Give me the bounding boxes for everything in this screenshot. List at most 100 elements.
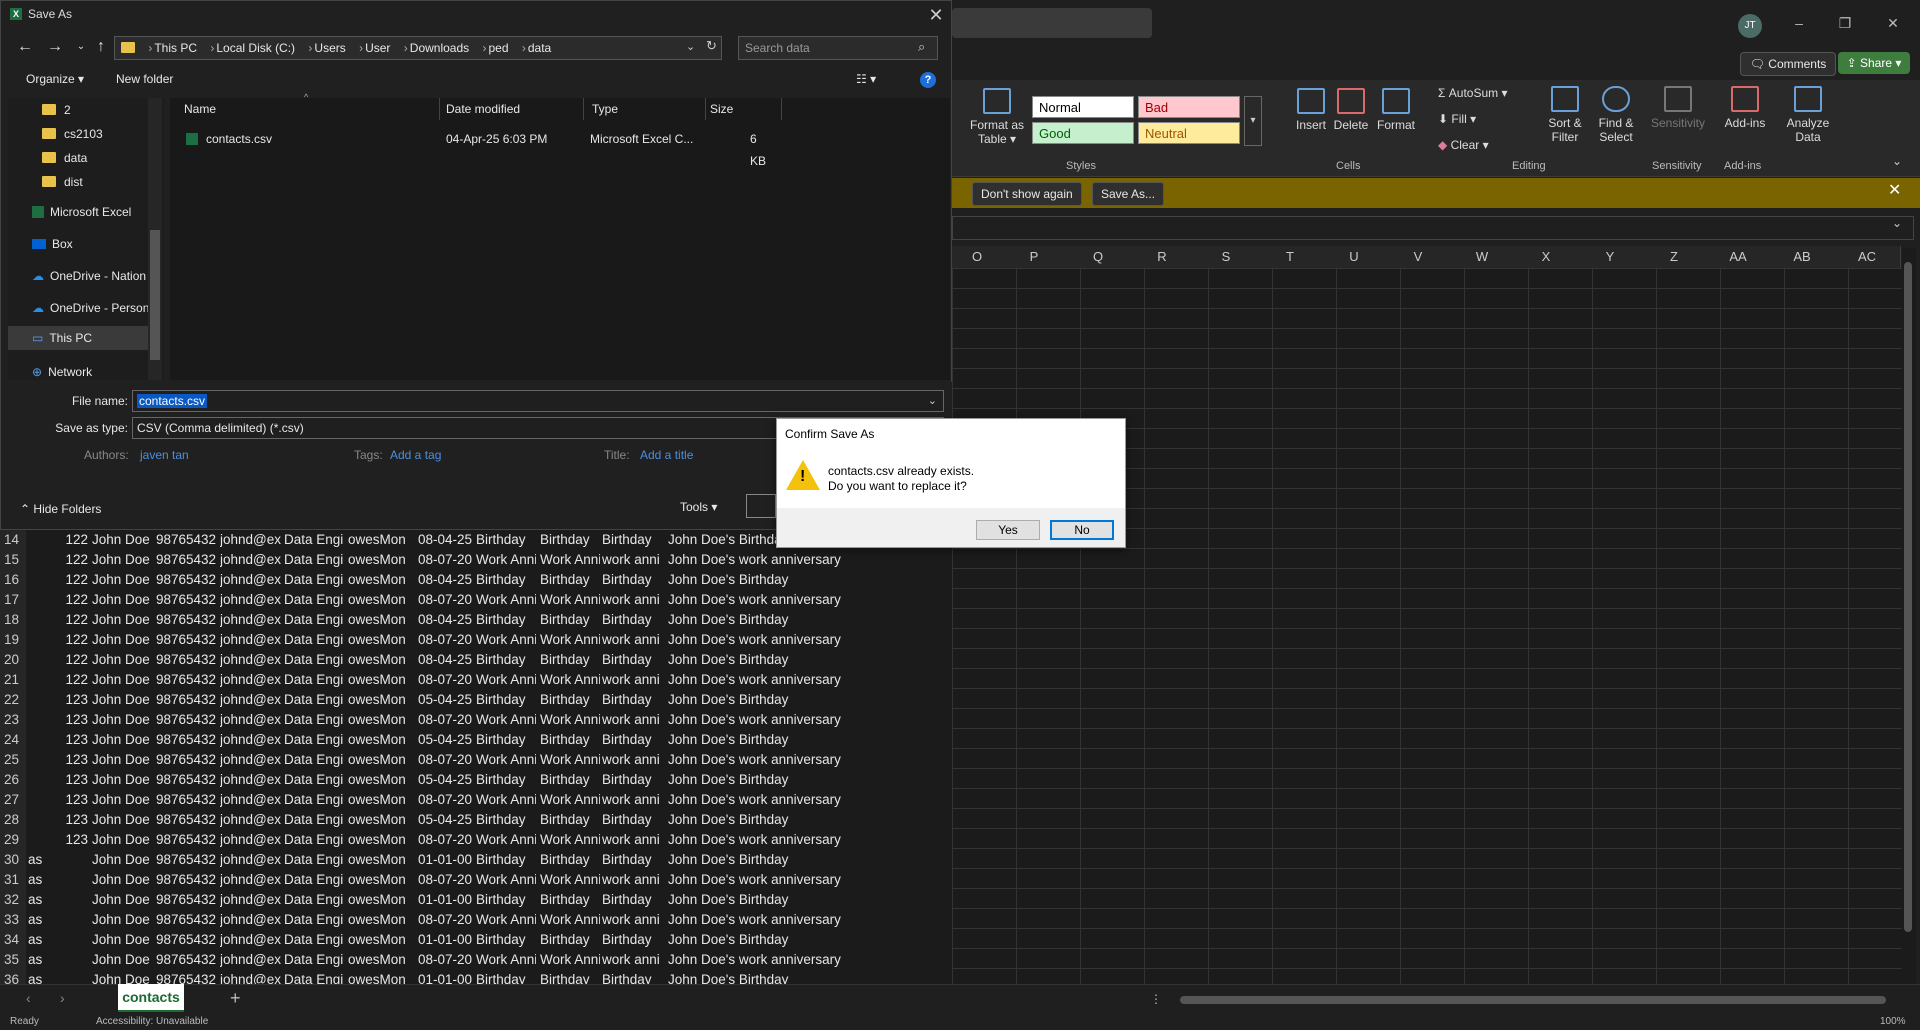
table-cell[interactable]: johnd@ex (220, 550, 284, 570)
table-row[interactable]: 26 123 John Doe 98765432 johnd@ex Data Engi ow… (0, 770, 860, 790)
breadcrumb-item[interactable]: User (365, 41, 390, 55)
table-cell[interactable]: owesMon (348, 650, 412, 670)
table-cell[interactable]: Birthday (540, 890, 600, 910)
table-cell[interactable]: 122 (26, 630, 88, 650)
row-number[interactable]: 34 (0, 930, 26, 950)
table-cell[interactable]: owesMon (348, 590, 412, 610)
table-cell[interactable]: John Doe (92, 890, 154, 910)
table-cell[interactable]: 98765432 (156, 530, 220, 550)
table-cell[interactable]: 98765432 (156, 650, 220, 670)
table-row[interactable]: 31 as John Doe 98765432 johnd@ex Data Engi owe… (0, 870, 860, 890)
file-row-contacts[interactable]: contacts.csv 04-Apr-25 6:03 PM Microsoft… (186, 128, 766, 168)
table-cell[interactable]: 05-04-25 (418, 730, 478, 750)
table-cell[interactable]: Birthday (540, 850, 600, 870)
table-cell[interactable]: 08-07-20 (418, 590, 478, 610)
table-cell[interactable]: owesMon (348, 890, 412, 910)
delete-button[interactable]: Delete (1326, 88, 1376, 132)
table-cell[interactable]: johnd@ex (220, 610, 284, 630)
table-cell[interactable]: 98765432 (156, 950, 220, 970)
table-cell[interactable]: work anni (602, 670, 664, 690)
table-cell[interactable]: 98765432 (156, 730, 220, 750)
table-cell[interactable]: Work Anni (476, 710, 536, 730)
row-number[interactable]: 33 (0, 910, 26, 930)
table-cell[interactable]: 123 (26, 690, 88, 710)
column-header[interactable]: Y (1578, 246, 1643, 268)
table-cell[interactable]: 98765432 (156, 610, 220, 630)
table-cell[interactable]: John Doe's work anniversary (668, 670, 868, 690)
column-date-modified[interactable]: Date modified (438, 98, 584, 120)
table-row[interactable]: 35 as John Doe 98765432 johnd@ex Data Engi owe… (0, 950, 860, 970)
table-row[interactable]: 14 122 John Doe 98765432 johnd@ex Data Engi ow… (0, 530, 860, 550)
tools-button[interactable]: Tools ▾ (680, 500, 717, 514)
table-cell[interactable]: Birthday (476, 850, 536, 870)
table-cell[interactable]: Work Anni (476, 790, 536, 810)
excel-search-box[interactable] (952, 8, 1152, 38)
table-cell[interactable]: 123 (26, 810, 88, 830)
table-cell[interactable]: John Doe (92, 830, 154, 850)
table-cell[interactable]: 98765432 (156, 670, 220, 690)
table-cell[interactable]: Work Anni (540, 750, 600, 770)
table-cell[interactable]: Data Engi (284, 530, 348, 550)
table-cell[interactable]: Birthday (540, 770, 600, 790)
table-cell[interactable]: Data Engi (284, 690, 348, 710)
table-cell[interactable]: Birthday (602, 930, 664, 950)
table-cell[interactable]: Data Engi (284, 630, 348, 650)
table-cell[interactable]: owesMon (348, 750, 412, 770)
recent-locations-icon[interactable]: ⌄ (70, 36, 92, 58)
table-cell[interactable]: 122 (26, 590, 88, 610)
table-cell[interactable]: 123 (26, 770, 88, 790)
table-cell[interactable]: Data Engi (284, 770, 348, 790)
table-cell[interactable]: Work Anni (476, 630, 536, 650)
column-type[interactable]: Type (584, 98, 706, 120)
table-cell[interactable]: Work Anni (476, 750, 536, 770)
fill-button[interactable]: ⬇ Fill ▾ (1438, 112, 1476, 126)
table-cell[interactable]: John Doe's Birthday (668, 730, 868, 750)
row-number[interactable]: 23 (0, 710, 26, 730)
sensitivity-button[interactable]: Sensitivity (1648, 86, 1708, 130)
table-cell[interactable]: 08-07-20 (418, 710, 478, 730)
table-cell[interactable]: Data Engi (284, 610, 348, 630)
table-cell[interactable]: 08-07-20 (418, 830, 478, 850)
row-number[interactable]: 14 (0, 530, 26, 550)
table-cell[interactable]: johnd@ex (220, 910, 284, 930)
table-cell[interactable]: John Doe (92, 550, 154, 570)
message-close-icon[interactable]: ✕ (1888, 180, 1901, 200)
table-cell[interactable]: Data Engi (284, 850, 348, 870)
table-cell[interactable]: Birthday (540, 610, 600, 630)
table-cell[interactable]: John Doe's work anniversary (668, 870, 868, 890)
minimize-icon[interactable]: – (1784, 12, 1814, 34)
table-cell[interactable]: Data Engi (284, 750, 348, 770)
table-cell[interactable]: Birthday (602, 770, 664, 790)
table-cell[interactable]: Work Anni (540, 790, 600, 810)
table-cell[interactable]: Birthday (540, 690, 600, 710)
table-cell[interactable]: Birthday (476, 570, 536, 590)
zoom-level[interactable]: 100% (1880, 1016, 1906, 1027)
table-cell[interactable]: Data Engi (284, 590, 348, 610)
prev-sheet-icon[interactable]: ‹ (26, 990, 31, 1006)
breadcrumb-item[interactable]: Local Disk (C:) (216, 41, 295, 55)
table-cell[interactable]: owesMon (348, 730, 412, 750)
column-header[interactable]: AC (1834, 246, 1901, 268)
vertical-scroll-thumb[interactable] (1904, 262, 1912, 932)
address-bar[interactable]: › This PC › Local Disk (C:) › Users › User ›… (114, 36, 722, 60)
table-cell[interactable]: John Doe (92, 590, 154, 610)
table-cell[interactable]: John Doe's work anniversary (668, 710, 868, 730)
table-cell[interactable]: Birthday (540, 810, 600, 830)
table-cell[interactable]: Birthday (602, 650, 664, 670)
dialog-close-icon[interactable]: ✕ (924, 4, 948, 26)
table-cell[interactable]: 01-01-00 (418, 890, 478, 910)
table-cell[interactable]: Birthday (602, 730, 664, 750)
table-cell[interactable]: John Doe's Birthday (668, 850, 868, 870)
column-header[interactable]: R (1130, 246, 1195, 268)
title-value[interactable]: Add a title (640, 448, 693, 462)
table-cell[interactable]: 98765432 (156, 550, 220, 570)
table-cell[interactable]: Birthday (602, 610, 664, 630)
table-cell[interactable]: Work Anni (540, 590, 600, 610)
table-row[interactable]: 30 as John Doe 98765432 johnd@ex Data Engi owe… (0, 850, 860, 870)
table-cell[interactable]: 123 (26, 710, 88, 730)
table-cell[interactable]: 122 (26, 570, 88, 590)
format-as-table-button[interactable]: Format as Table ▾ (964, 88, 1030, 146)
table-cell[interactable]: Work Anni (540, 710, 600, 730)
table-cell[interactable]: Data Engi (284, 810, 348, 830)
table-row[interactable]: 27 123 John Doe 98765432 johnd@ex Data Engi ow… (0, 790, 860, 810)
